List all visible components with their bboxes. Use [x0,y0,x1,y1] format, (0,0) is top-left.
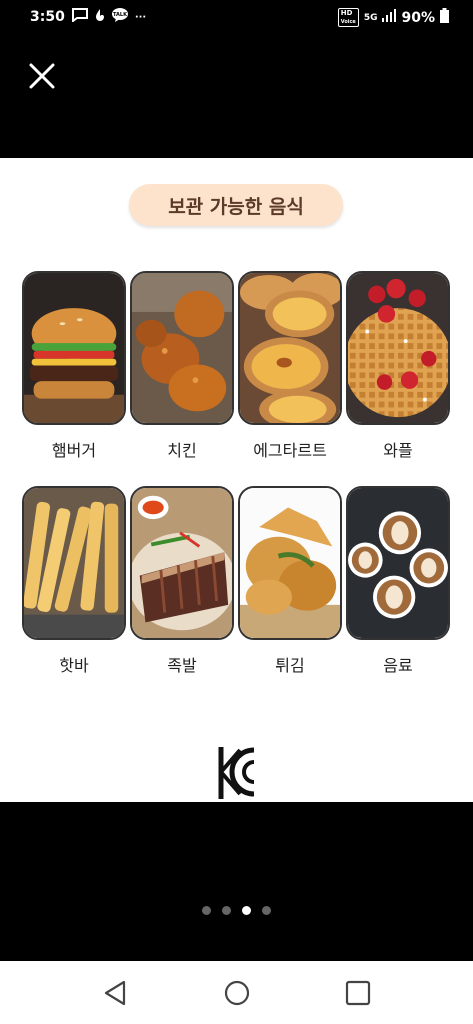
page-indicator [0,906,473,915]
battery-icon [440,8,449,27]
food-label-tempura: 튀김 [275,656,305,675]
status-bar: 3:50 TALK ··· HD Voice 5G 90% [0,0,473,34]
coffee-image [346,486,450,640]
close-icon [29,63,55,89]
food-label-chicken: 치킨 [167,441,197,460]
tempura-image [238,486,342,640]
status-time: 3:50 [30,9,65,25]
message-icon [71,8,88,26]
back-button[interactable] [98,975,134,1011]
fish-cake-bar-image [22,486,126,640]
navigation-bar [0,961,473,1024]
home-icon [224,980,250,1006]
egg-tart-image [238,271,342,425]
voice-label: Voice [340,19,356,25]
notification-icon [95,8,105,26]
svg-text:TALK: TALK [113,12,128,18]
storable-food-title: 보관 가능한 음식 [129,184,343,226]
battery-percent: 90% [401,9,435,26]
home-button[interactable] [219,975,255,1011]
food-label-hamburger: 햄버거 [51,441,97,460]
page-dot[interactable] [262,906,271,915]
page-dot-active[interactable] [242,906,251,915]
food-label-fish-cake-bar: 핫바 [59,656,89,675]
food-label-jokbal: 족발 [167,656,197,675]
hd-voice-icon: HD Voice [337,8,359,27]
hd-label: HD [340,9,353,17]
jokbal-image [130,486,234,640]
fried-chicken-image [130,271,234,425]
kc-certification-mark [218,744,258,802]
content-sheet: 보관 가능한 음식 햄버거 치킨 에그타르트 와플 핫바 족발 튀김 음료 [0,158,473,802]
hamburger-image [22,271,126,425]
signal-icon [382,9,397,26]
page-dot[interactable] [202,906,211,915]
close-button[interactable] [26,60,58,92]
kakaotalk-icon: TALK [111,8,128,26]
back-icon [104,980,126,1006]
recents-icon [345,980,371,1006]
waffle-image [346,271,450,425]
food-label-drink: 음료 [383,656,413,675]
page-dot[interactable] [222,906,231,915]
food-label-waffle: 와플 [383,441,413,460]
food-label-egg-tart: 에그타르트 [253,441,327,460]
recents-button[interactable] [340,975,376,1011]
network-icon: 5G [363,12,378,23]
more-icon: ··· [134,11,147,23]
